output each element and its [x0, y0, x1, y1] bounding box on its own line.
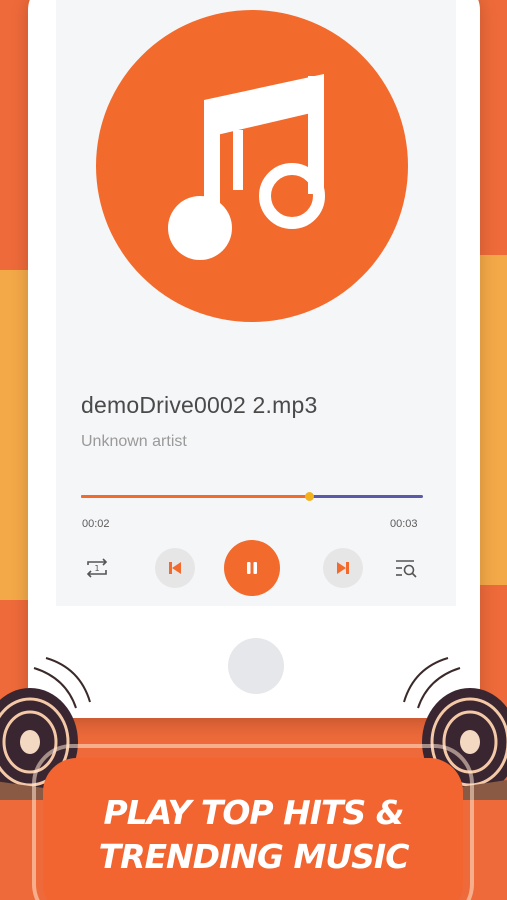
banner-headline-line2: TRENDING MUSIC	[98, 837, 410, 876]
banner-headline-line1: PLAY TOP HITS &	[103, 793, 404, 832]
previous-button[interactable]	[155, 548, 195, 588]
pause-icon	[247, 562, 257, 574]
phone-frame: demoDrive0002 2.mp3 Unknown artist 00:02…	[28, 0, 480, 718]
track-title: demoDrive0002 2.mp3	[81, 392, 318, 418]
repeat-button[interactable]: 1	[82, 556, 112, 580]
total-time: 00:03	[390, 518, 418, 530]
elapsed-time: 00:02	[82, 518, 110, 530]
repeat-one-icon: 1	[86, 558, 108, 578]
seek-bar-thumb[interactable]	[304, 492, 314, 501]
seek-bar-progress	[81, 495, 309, 498]
track-artist: Unknown artist	[81, 433, 187, 450]
queue-search-button[interactable]	[393, 556, 421, 580]
player-screen: demoDrive0002 2.mp3 Unknown artist 00:02…	[56, 0, 456, 606]
next-icon	[337, 562, 349, 574]
pause-button[interactable]	[224, 540, 280, 596]
music-note-icon	[168, 74, 325, 260]
repeat-badge: 1	[94, 564, 99, 573]
album-art	[96, 10, 408, 322]
seek-bar[interactable]	[81, 492, 423, 501]
queue-search-icon	[396, 560, 417, 578]
home-button[interactable]	[228, 638, 284, 694]
next-button[interactable]	[323, 548, 363, 588]
previous-icon	[169, 562, 181, 574]
